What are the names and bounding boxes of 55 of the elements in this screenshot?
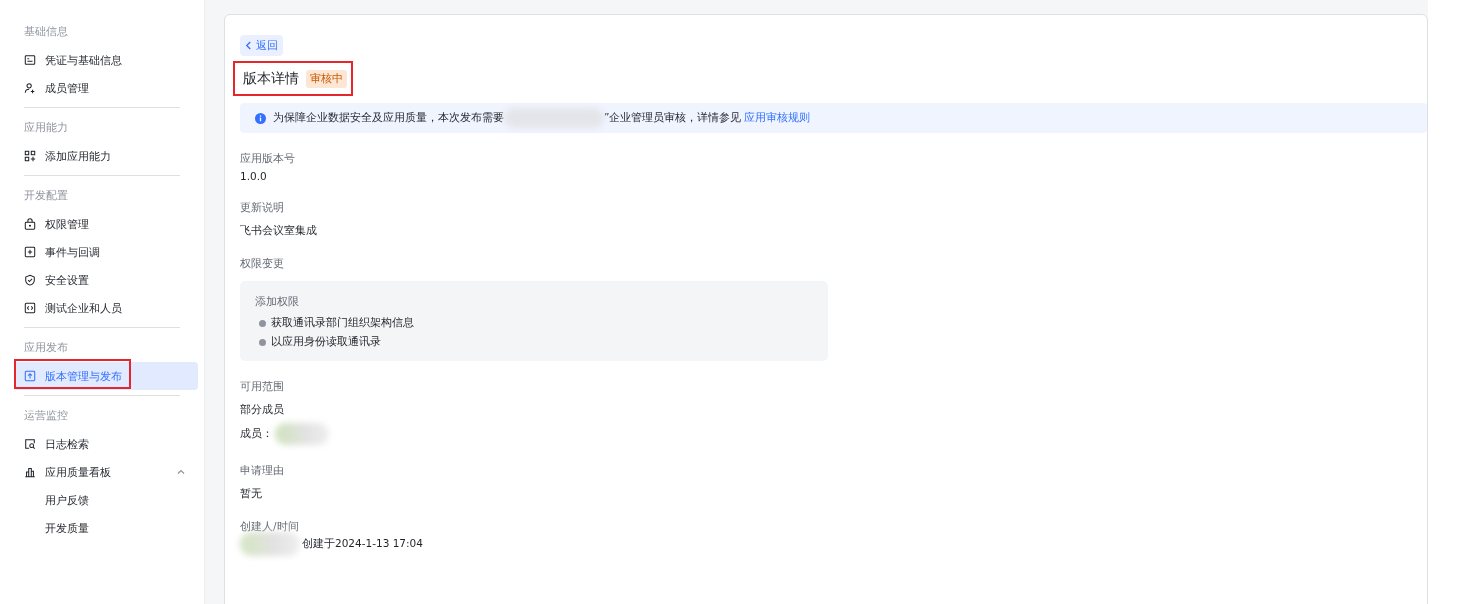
card-icon xyxy=(24,54,36,66)
field-value: 暂无 xyxy=(240,487,263,501)
section-heading: 应用能力 xyxy=(23,120,69,135)
code-icon xyxy=(24,302,36,314)
notice-text: 为保障企业数据安全及应用质量，本次发布需要 xyxy=(273,111,504,125)
section-heading: 运营监控 xyxy=(23,408,69,423)
rules-link[interactable]: 应用审核规则 xyxy=(744,111,811,125)
info-icon xyxy=(255,112,266,124)
field-value: 1.0.0 xyxy=(240,170,268,182)
chevron-up-icon xyxy=(176,467,186,477)
redacted-blur xyxy=(275,423,329,445)
redacted-blur xyxy=(240,532,300,556)
chevron-left-icon xyxy=(245,41,252,50)
sidebar-item[interactable]: 日志检索 xyxy=(14,430,198,458)
upload-icon xyxy=(24,370,36,382)
sidebar-item[interactable]: 权限管理 xyxy=(14,210,198,238)
sidebar-item[interactable]: 测试企业和人员 xyxy=(14,294,198,322)
sidebar-item[interactable]: 事件与回调 xyxy=(14,238,198,266)
field-label: 申请理由 xyxy=(240,464,285,478)
field-label: 更新说明 xyxy=(240,201,285,215)
sidebar-item[interactable]: 版本管理与发布 xyxy=(14,362,198,390)
field-value: 部分成员 xyxy=(240,403,285,417)
sidebar-item[interactable]: 成员管理 xyxy=(14,74,198,102)
field-value: 飞书会议室集成 xyxy=(240,224,318,238)
section-heading: 应用发布 xyxy=(23,340,69,355)
shield-icon xyxy=(24,274,36,286)
members-label: 成员： xyxy=(240,427,273,441)
field-label: 权限变更 xyxy=(240,257,285,271)
permission-item: 以应用身份读取通讯录 xyxy=(271,335,381,349)
permission-group-title: 添加权限 xyxy=(255,295,300,309)
field-label: 应用版本号 xyxy=(240,152,296,166)
sidebar-subitem[interactable]: 用户反馈 xyxy=(14,486,198,514)
permission-item: 获取通讯录部门组织架构信息 xyxy=(271,316,414,330)
sidebar-item[interactable]: 安全设置 xyxy=(14,266,198,294)
document-search-icon xyxy=(24,438,36,450)
field-value: 创建于2024-1-13 17:04 xyxy=(302,537,423,551)
sidebar-item[interactable]: 添加应用能力 xyxy=(14,142,198,170)
back-button[interactable]: 返回 xyxy=(240,35,283,56)
sidebar-item[interactable]: 凭证与基础信息 xyxy=(14,46,198,74)
sidebar-item[interactable]: 应用质量看板 xyxy=(14,458,198,486)
bullet-icon xyxy=(259,319,266,327)
field-label: 可用范围 xyxy=(240,380,285,394)
grid-plus-icon xyxy=(24,150,36,162)
bullet-icon xyxy=(259,338,266,346)
page-title: 版本详情 xyxy=(243,70,299,88)
sidebar-subitem[interactable]: 开发质量 xyxy=(14,514,198,542)
status-badge: 审核中 xyxy=(306,70,347,88)
section-heading: 基础信息 xyxy=(23,24,69,39)
lock-icon xyxy=(24,218,36,230)
field-label: 创建人/时间 xyxy=(240,520,300,534)
bar-chart-icon xyxy=(24,466,36,478)
section-heading: 开发配置 xyxy=(23,188,69,203)
plus-square-icon xyxy=(24,246,36,258)
notice-text: ”企业管理员审核，详情参见 xyxy=(604,111,742,125)
person-add-icon xyxy=(24,82,36,94)
